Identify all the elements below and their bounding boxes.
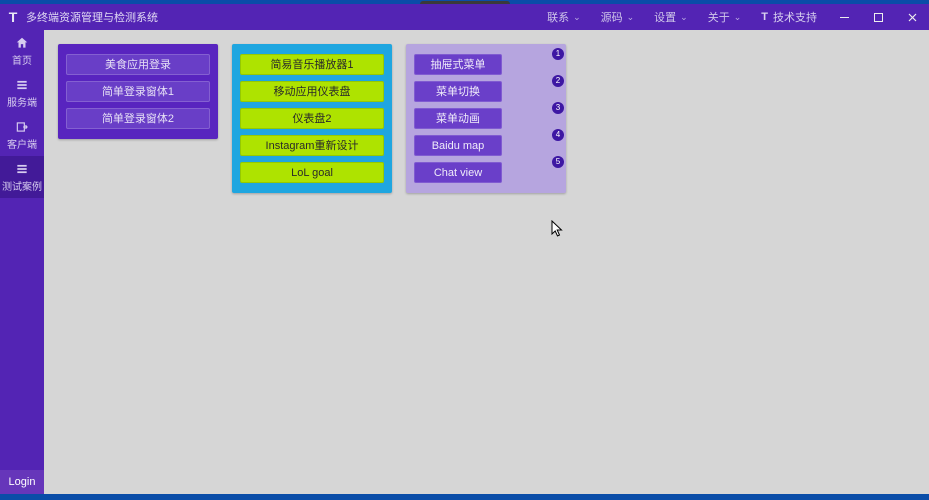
button-label: 菜单动画	[436, 113, 480, 125]
export-icon	[13, 120, 31, 134]
app-title: 多终端资源管理与检测系统	[26, 9, 158, 25]
menu-label: 源码	[601, 9, 623, 25]
list-icon	[13, 162, 31, 176]
minimize-icon	[839, 12, 850, 23]
maximize-icon	[873, 12, 884, 23]
menu-about[interactable]: 关于 ⌄	[698, 4, 752, 30]
button-label: 简易音乐播放器1	[270, 59, 353, 71]
support-icon: T	[761, 11, 768, 23]
demo-button[interactable]: 仪表盘2	[240, 108, 384, 129]
sidebar-item-tests[interactable]: 测试案例	[0, 156, 44, 198]
app-window: T 多终端资源管理与检测系统 联系 ⌄ 源码 ⌄ 设置 ⌄ 关于 ⌄ T 技术支…	[0, 4, 929, 494]
chevron-down-icon: ⌄	[680, 12, 688, 23]
card-group-1: 美食应用登录 简单登录窗体1 简单登录窗体2	[58, 44, 218, 139]
close-button[interactable]	[895, 4, 929, 30]
sidebar-item-client[interactable]: 客户端	[0, 114, 44, 156]
sidebar: 首页 服务端 客户端 测试案例 Login	[0, 30, 44, 494]
button-label: Baidu map	[432, 140, 485, 152]
demo-button[interactable]: 简单登录窗体1	[66, 81, 210, 102]
card-group-3: 抽屉式菜单 1 菜单切换 2 菜单动画 3 Baidu map 4 Chat v…	[406, 44, 566, 193]
demo-button[interactable]: Baidu map	[414, 135, 502, 156]
menu-settings[interactable]: 设置 ⌄	[644, 4, 698, 30]
demo-button[interactable]: 美食应用登录	[66, 54, 210, 75]
sidebar-item-server[interactable]: 服务端	[0, 72, 44, 114]
button-label: Chat view	[434, 167, 482, 179]
support-label: 技术支持	[773, 9, 817, 25]
button-label: 移动应用仪表盘	[274, 86, 351, 98]
card-group-2: 简易音乐播放器1 移动应用仪表盘 仪表盘2 Instagram重新设计 LoL …	[232, 44, 392, 193]
demo-button[interactable]: Instagram重新设计	[240, 135, 384, 156]
menu-label: 关于	[708, 9, 730, 25]
button-label: 美食应用登录	[105, 59, 171, 71]
number-badge: 2	[552, 75, 564, 87]
button-label: 菜单切换	[436, 86, 480, 98]
window-buttons	[827, 4, 929, 30]
menubar: 联系 ⌄ 源码 ⌄ 设置 ⌄ 关于 ⌄	[537, 4, 751, 30]
menu-source[interactable]: 源码 ⌄	[591, 4, 645, 30]
titlebar: T 多终端资源管理与检测系统 联系 ⌄ 源码 ⌄ 设置 ⌄ 关于 ⌄ T 技术支…	[0, 4, 929, 30]
demo-button[interactable]: 抽屉式菜单	[414, 54, 502, 75]
sidebar-item-label: 服务端	[7, 98, 37, 109]
button-label: 仪表盘2	[292, 113, 331, 125]
os-taskbar	[0, 494, 929, 500]
number-badge: 4	[552, 129, 564, 141]
app-logo-icon: T	[0, 4, 26, 30]
home-icon	[13, 36, 31, 50]
menu-contact[interactable]: 联系 ⌄	[537, 4, 591, 30]
chevron-down-icon: ⌄	[627, 12, 635, 23]
demo-button[interactable]: 菜单动画	[414, 108, 502, 129]
maximize-button[interactable]	[861, 4, 895, 30]
demo-button[interactable]: 菜单切换	[414, 81, 502, 102]
button-label: 简单登录窗体1	[102, 86, 174, 98]
menu-label: 联系	[547, 9, 569, 25]
minimize-button[interactable]	[827, 4, 861, 30]
login-label: Login	[9, 476, 36, 488]
menu-label: 设置	[654, 9, 676, 25]
login-button[interactable]: Login	[0, 470, 44, 494]
tech-support-button[interactable]: T 技术支持	[751, 9, 827, 25]
button-label: 抽屉式菜单	[431, 59, 486, 71]
number-badge: 1	[552, 48, 564, 60]
demo-button[interactable]: 简单登录窗体2	[66, 108, 210, 129]
demo-button[interactable]: LoL goal	[240, 162, 384, 183]
chevron-down-icon: ⌄	[734, 12, 742, 23]
chevron-down-icon: ⌄	[573, 12, 581, 23]
button-label: 简单登录窗体2	[102, 113, 174, 125]
button-label: Instagram重新设计	[266, 140, 359, 152]
sidebar-item-label: 首页	[12, 56, 32, 67]
demo-button[interactable]: Chat view	[414, 162, 502, 183]
demo-button[interactable]: 移动应用仪表盘	[240, 81, 384, 102]
sidebar-item-home[interactable]: 首页	[0, 30, 44, 72]
number-badge: 3	[552, 102, 564, 114]
content-area: 美食应用登录 简单登录窗体1 简单登录窗体2 简易音乐播放器1 移动应用仪表盘 …	[44, 30, 929, 494]
number-badge: 5	[552, 156, 564, 168]
sidebar-item-label: 测试案例	[2, 182, 42, 193]
demo-button[interactable]: 简易音乐播放器1	[240, 54, 384, 75]
close-icon	[907, 12, 918, 23]
sidebar-item-label: 客户端	[7, 140, 37, 151]
list-icon	[13, 78, 31, 92]
button-label: LoL goal	[291, 167, 333, 179]
